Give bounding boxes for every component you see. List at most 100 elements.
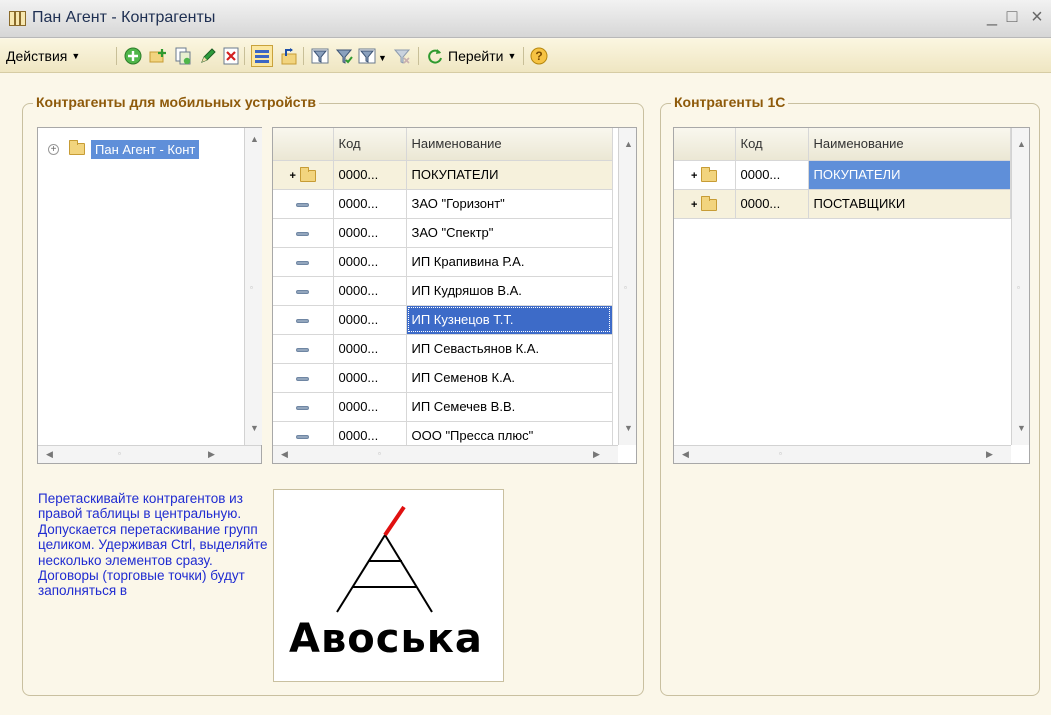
name-cell[interactable]: ПОКУПАТЕЛИ <box>808 160 1011 190</box>
code-cell[interactable]: 0000... <box>333 334 407 364</box>
column-header-code[interactable]: Код <box>333 128 407 161</box>
tree-node-root[interactable]: + Пан Агент - Конт <box>48 139 200 159</box>
name-cell[interactable]: ПОКУПАТЕЛИ <box>406 160 613 190</box>
scroll-right-icon[interactable]: ▶ <box>208 449 215 460</box>
row-icon-cell[interactable]: + <box>674 189 736 219</box>
expand-marker[interactable]: + <box>290 170 296 182</box>
code-cell[interactable]: 0000... <box>333 218 407 248</box>
column-icon-header[interactable] <box>273 128 334 161</box>
table-row[interactable]: +0000... ПОКУПАТЕЛИ <box>273 160 613 190</box>
table-row[interactable]: 0000... ИП Кузнецов Т.Т. <box>273 305 613 335</box>
name-cell[interactable]: ИП Семенов К.А. <box>406 363 613 393</box>
code-cell[interactable]: 0000... <box>333 247 407 277</box>
name-cell[interactable]: ИП Семечев В.В. <box>406 392 613 422</box>
scroll-grip-icon: ▫ <box>779 449 782 458</box>
refresh-icon[interactable] <box>426 47 444 65</box>
row-icon-cell[interactable] <box>273 363 334 393</box>
close-button[interactable]: × <box>1027 6 1047 28</box>
tree-panel[interactable]: + Пан Агент - Конт ▲ ▫ ▼ ◀ ▫ ▶ <box>37 127 262 464</box>
table-horizontal-scrollbar[interactable]: ◀ ▫ ▶ <box>273 445 618 463</box>
mobile-counterparties-table[interactable]: Код Наименование +0000... ПОКУПАТЕЛИ 0000.… <box>272 127 637 464</box>
table-row[interactable]: 0000... ИП Семенов К.А. <box>273 363 613 393</box>
tree-vertical-scrollbar[interactable]: ▲ ▫ ▼ <box>244 128 262 445</box>
row-icon-cell[interactable] <box>273 392 334 422</box>
actions-menu-button[interactable]: Действия ▼ <box>6 46 80 66</box>
add-icon[interactable] <box>124 47 142 65</box>
code-cell[interactable]: 0000... <box>333 189 407 219</box>
code-cell[interactable]: 0000... <box>333 276 407 306</box>
code-cell[interactable]: 0000... <box>333 392 407 422</box>
help-icon[interactable]: ? <box>530 47 548 65</box>
table-row[interactable]: 0000... ИП Семечев В.В. <box>273 392 613 422</box>
scroll-left-icon[interactable]: ◀ <box>281 449 288 460</box>
edit-icon[interactable] <box>199 47 217 65</box>
name-cell[interactable]: ИП Крапивина Р.А. <box>406 247 613 277</box>
delete-icon[interactable] <box>222 47 240 65</box>
row-icon-cell[interactable] <box>273 305 334 335</box>
expand-icon[interactable]: + <box>48 143 59 155</box>
table-vertical-scrollbar[interactable]: ▲ ▫ ▼ <box>1011 128 1029 445</box>
row-icon-cell[interactable]: + <box>674 160 736 190</box>
row-icon-cell[interactable]: + <box>273 160 334 190</box>
table-row[interactable]: 0000... ЗАО "Спектр" <box>273 218 613 248</box>
scroll-grip-icon: ▫ <box>624 283 627 292</box>
column-header-code[interactable]: Код <box>735 128 809 161</box>
column-icon-header[interactable] <box>674 128 736 161</box>
scroll-right-icon[interactable]: ▶ <box>593 449 600 460</box>
folder-icon <box>701 166 718 182</box>
scroll-down-icon[interactable]: ▼ <box>1017 423 1026 433</box>
name-cell[interactable]: ЗАО "Спектр" <box>406 218 613 248</box>
table-row[interactable]: +0000... ПОКУПАТЕЛИ <box>674 160 1011 190</box>
list-view-icon[interactable] <box>251 45 273 67</box>
scroll-down-icon[interactable]: ▼ <box>250 423 259 433</box>
scroll-left-icon[interactable]: ◀ <box>46 449 53 460</box>
table-horizontal-scrollbar[interactable]: ◀ ▫ ▶ <box>674 445 1011 463</box>
1c-counterparties-table[interactable]: Код Наименование +0000... ПОКУПАТЕЛИ +0000… <box>673 127 1030 464</box>
refresh-level-icon[interactable] <box>280 47 298 65</box>
row-icon-cell[interactable] <box>273 247 334 277</box>
goto-menu-button[interactable]: Перейти ▼ <box>448 46 516 66</box>
column-header-name[interactable]: Наименование <box>406 128 613 161</box>
row-icon-cell[interactable] <box>273 218 334 248</box>
table-row[interactable]: 0000... ИП Кудряшов В.А. <box>273 276 613 306</box>
filter-list-icon[interactable] <box>358 47 376 65</box>
scroll-right-icon[interactable]: ▶ <box>986 449 993 460</box>
name-cell[interactable]: ИП Кудряшов В.А. <box>406 276 613 306</box>
scroll-up-icon[interactable]: ▲ <box>1017 139 1026 149</box>
filter-dropdown-icon[interactable]: ▼ <box>378 48 387 68</box>
filter-icon[interactable] <box>311 47 329 65</box>
add-group-icon[interactable] <box>149 47 167 65</box>
table-vertical-scrollbar[interactable]: ▲ ▫ ▼ <box>618 128 636 445</box>
expand-marker[interactable]: + <box>691 170 697 182</box>
row-icon-cell[interactable] <box>273 189 334 219</box>
name-cell[interactable]: ПОСТАВЩИКИ <box>808 189 1011 219</box>
expand-marker[interactable]: + <box>691 199 697 211</box>
code-cell[interactable]: 0000... <box>735 189 809 219</box>
name-cell[interactable]: ЗАО "Горизонт" <box>406 189 613 219</box>
maximize-button[interactable]: □ <box>1002 6 1022 28</box>
table-row[interactable]: +0000... ПОСТАВЩИКИ <box>674 189 1011 219</box>
name-cell[interactable]: ИП Севастьянов К.А. <box>406 334 613 364</box>
clear-filter-icon[interactable] <box>393 47 411 65</box>
tree-horizontal-scrollbar[interactable]: ◀ ▫ ▶ <box>38 445 261 463</box>
scroll-grip-icon: ▫ <box>378 449 381 458</box>
table-row[interactable]: 0000... ИП Севастьянов К.А. <box>273 334 613 364</box>
table-row[interactable]: 0000... ЗАО "Горизонт" <box>273 189 613 219</box>
code-cell[interactable]: 0000... <box>333 160 407 190</box>
minimize-button[interactable]: _ <box>982 6 1002 28</box>
code-cell[interactable]: 0000... <box>333 363 407 393</box>
copy-icon[interactable] <box>174 47 192 65</box>
scroll-left-icon[interactable]: ◀ <box>682 449 689 460</box>
row-icon-cell[interactable] <box>273 334 334 364</box>
filter-value-icon[interactable] <box>335 47 353 65</box>
scroll-up-icon[interactable]: ▲ <box>624 139 633 149</box>
name-cell[interactable]: ИП Кузнецов Т.Т. <box>406 305 613 335</box>
column-header-name[interactable]: Наименование <box>808 128 1011 161</box>
scroll-up-icon[interactable]: ▲ <box>250 134 259 144</box>
row-icon-cell[interactable] <box>273 276 334 306</box>
table-row[interactable]: 0000... ИП Крапивина Р.А. <box>273 247 613 277</box>
code-cell[interactable]: 0000... <box>333 305 407 335</box>
code-cell[interactable]: 0000... <box>735 160 809 190</box>
scroll-down-icon[interactable]: ▼ <box>624 423 633 433</box>
drag-drop-hint: Перетаскивайте контрагентов из правой та… <box>38 491 268 599</box>
